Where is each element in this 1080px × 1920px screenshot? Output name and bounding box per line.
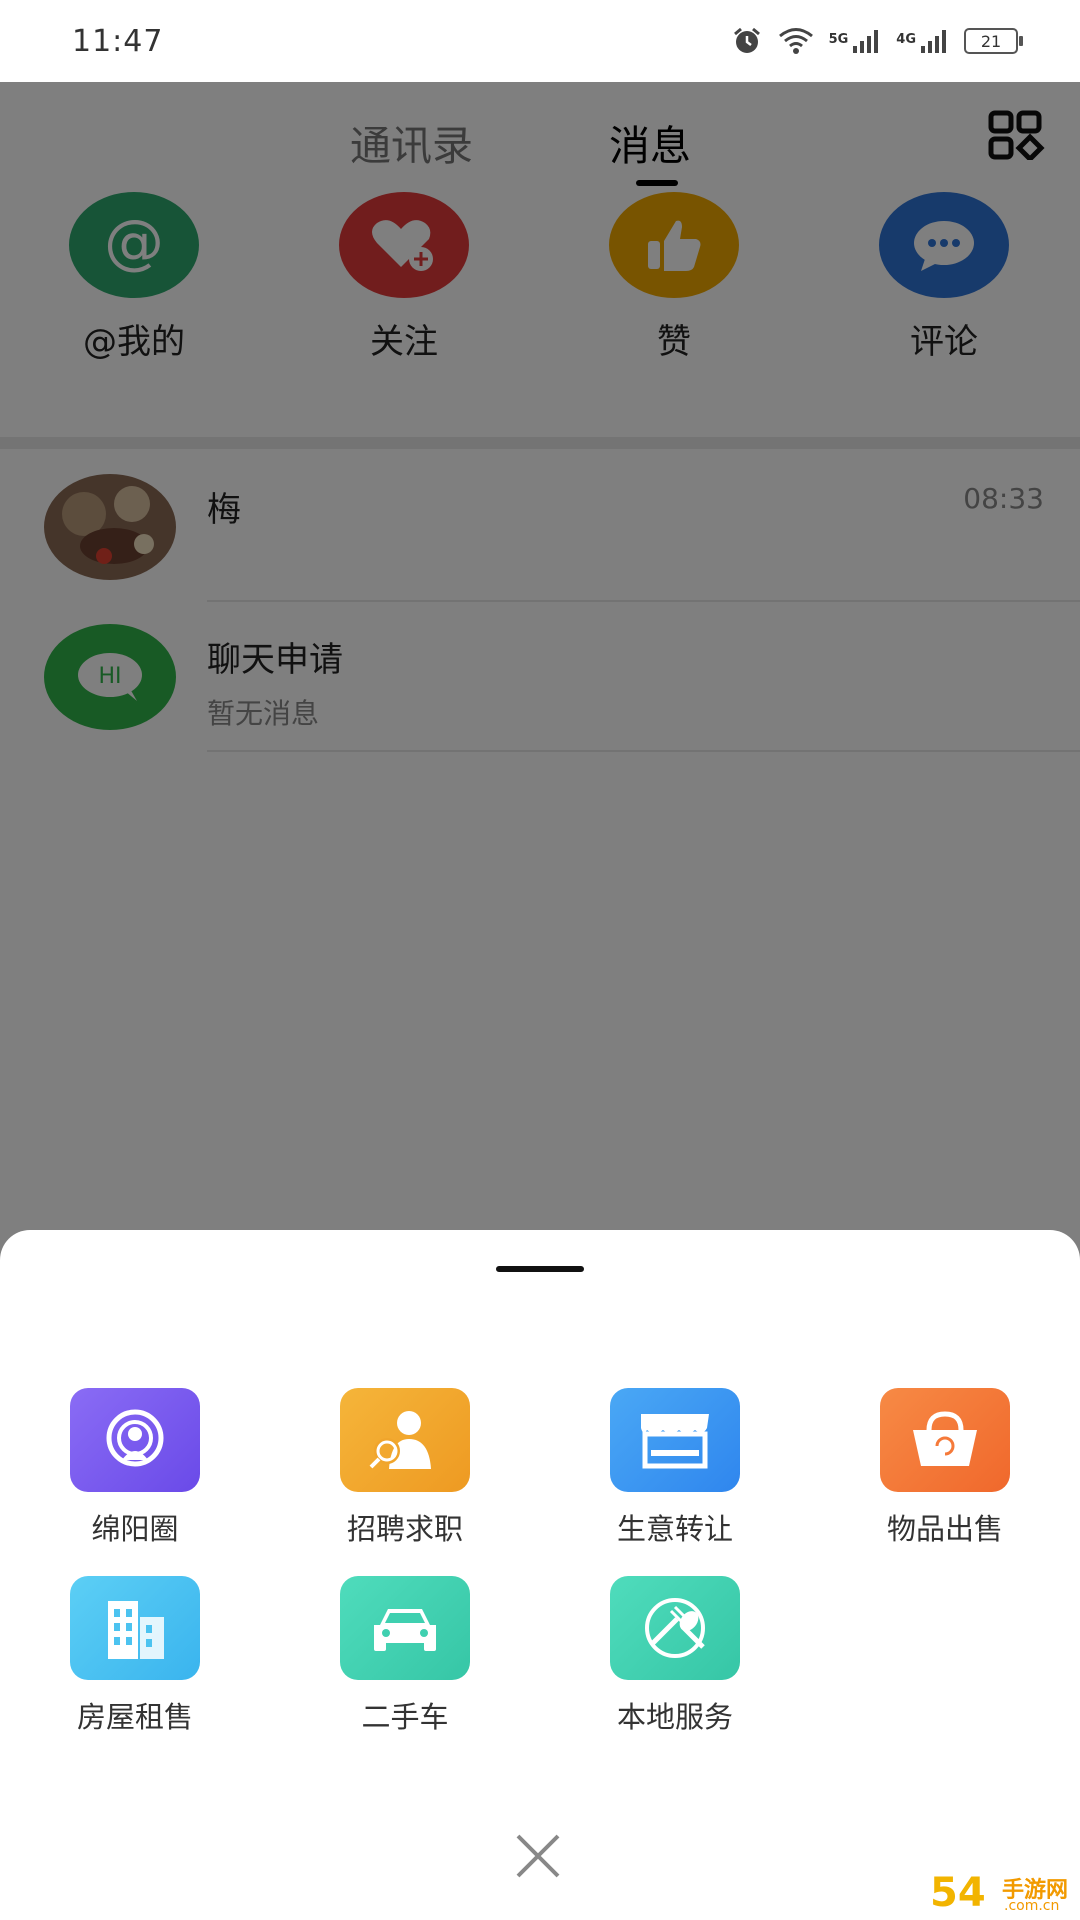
sheet-drag-handle[interactable] xyxy=(496,1266,584,1272)
broadcast-user-icon xyxy=(70,1388,200,1492)
car-icon xyxy=(340,1576,470,1680)
building-icon xyxy=(70,1576,200,1680)
basket-icon xyxy=(880,1388,1010,1492)
signal-icon-4g xyxy=(921,30,946,53)
close-icon[interactable] xyxy=(512,1830,564,1882)
service-used-car[interactable]: 二手车 xyxy=(295,1576,515,1736)
service-local-services[interactable]: 本地服务 xyxy=(565,1576,785,1736)
service-label: 本地服务 xyxy=(616,1700,733,1734)
network-5g-label: 5G xyxy=(828,32,849,47)
battery-indicator: 21 xyxy=(964,28,1023,54)
service-housing[interactable]: 房屋租售 xyxy=(25,1576,245,1736)
watermark: 54 手游网 .com.cn xyxy=(930,1870,1080,1920)
network-4g-label: 4G xyxy=(896,32,916,47)
job-search-icon xyxy=(340,1388,470,1492)
service-label: 生意转让 xyxy=(616,1512,733,1546)
service-business-transfer[interactable]: 生意转让 xyxy=(565,1388,785,1548)
service-mianyang-circle[interactable]: 绵阳圈 xyxy=(25,1388,245,1548)
alarm-icon xyxy=(733,27,760,53)
service-label: 物品出售 xyxy=(886,1512,1003,1546)
status-time: 11:47 xyxy=(72,23,164,59)
wifi-icon xyxy=(778,28,813,54)
service-item-sale[interactable]: 物品出售 xyxy=(835,1388,1055,1548)
service-label: 招聘求职 xyxy=(346,1512,463,1546)
publish-bottom-sheet: 绵阳圈 招聘求职 生意转让 物品出售 房屋租售 二手车 本地服务 54 手游网 … xyxy=(0,1230,1080,1920)
signal-icon-5g xyxy=(853,30,879,53)
service-label: 绵阳圈 xyxy=(91,1512,179,1546)
service-jobs[interactable]: 招聘求职 xyxy=(295,1388,515,1548)
service-label: 房屋租售 xyxy=(76,1700,193,1734)
dining-icon xyxy=(610,1576,740,1680)
service-label: 二手车 xyxy=(361,1700,449,1734)
status-icons: 5G 4G 21 xyxy=(731,26,1023,56)
status-bar: 11:47 5G 4G 21 xyxy=(0,0,1080,82)
watermark-logo: 54 xyxy=(930,1870,986,1916)
watermark-domain: .com.cn xyxy=(1004,1898,1060,1914)
shop-icon xyxy=(610,1388,740,1492)
